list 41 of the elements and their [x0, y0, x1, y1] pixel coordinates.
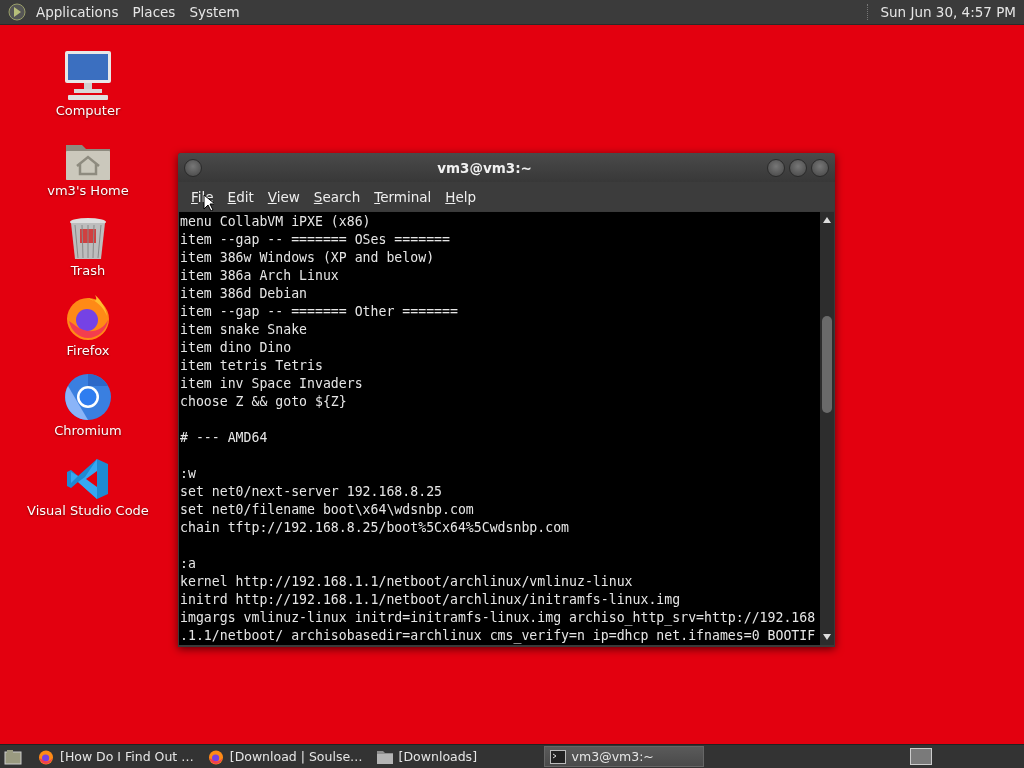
menu-item[interactable]: Terminal	[367, 186, 439, 207]
menu-item[interactable]: Edit	[220, 186, 261, 207]
terminal-line: item dino Dino	[180, 339, 293, 357]
menu-item[interactable]: View	[260, 186, 307, 207]
terminal-line: menu CollabVM iPXE (x86)	[180, 213, 372, 231]
panel-menu[interactable]: Applications	[32, 4, 123, 20]
terminal-line: :a	[180, 555, 197, 573]
menu-item[interactable]: Help	[438, 186, 484, 207]
terminal-line: item tetris Tetris	[180, 357, 324, 375]
panel-menu[interactable]: Places	[128, 4, 180, 20]
terminal-line: chain tftp://192.168.8.25/boot%5Cx64%5Cwdsnbp.com	[180, 519, 571, 537]
menu-item[interactable]: Search	[306, 186, 368, 207]
terminal-line: item --gap -- ======= OSes =======	[180, 231, 451, 249]
desktop-icon-label[interactable]: Firefox	[66, 343, 110, 358]
taskbar-button[interactable]: vm3@vm3:~	[543, 746, 704, 767]
taskbar-button[interactable]: [Downloads]	[371, 746, 532, 767]
terminal-line: item --gap -- ======= Other =======	[180, 303, 459, 321]
terminal-line: set net0/filename boot\x64\wdsnbp.com	[180, 501, 475, 519]
desktop-icon-label[interactable]: Chromium	[54, 423, 122, 438]
window-title: vm3@vm3:~	[436, 159, 533, 176]
terminal-line: item 386w Windows (XP and below)	[180, 249, 436, 267]
desktop-icon-label[interactable]: Trash	[70, 263, 106, 278]
desktop-icon-label[interactable]: vm3's Home	[47, 183, 129, 198]
terminal-line: item 386d Debian	[180, 285, 309, 303]
taskbar-button[interactable]: [How Do I Find Out …	[33, 746, 202, 767]
desktop-icon-label[interactable]: Computer	[55, 103, 121, 118]
terminal-line: item 386a Arch Linux	[180, 267, 340, 285]
clock[interactable]: Sun Jun 30, 4:57 PM	[880, 4, 1016, 20]
terminal-line: set net0/next-server 192.168.8.25	[180, 483, 443, 501]
terminal-line: item inv Space Invaders	[180, 375, 364, 393]
panel-menu[interactable]: System	[185, 4, 244, 20]
desktop-icon-label[interactable]: Visual Studio Code	[27, 503, 149, 518]
terminal-line: .1.1/netboot/ archisobasedir=archlinux cms_verify=n ip=dhcp net.ifnames=0 BOOTIF	[180, 627, 817, 645]
terminal-line: imgargs vmlinuz-linux initrd=initramfs-linux.img archiso_http_srv=http://192.168	[180, 609, 817, 627]
terminal-line: choose Z && goto ${Z}	[180, 393, 348, 411]
terminal-line: item snake Snake	[180, 321, 309, 339]
terminal-line: # --- AMD64	[180, 429, 269, 447]
terminal-line: initrd http://192.168.1.1/netboot/archlinux/initramfs-linux.img	[180, 591, 682, 609]
terminal-line: kernel http://192.168.1.1/netboot/archlinux/vmlinuz-linux	[180, 573, 634, 591]
terminal-line: :w	[180, 465, 197, 483]
taskbar-button[interactable]: [Download | Soulse…	[202, 746, 371, 767]
